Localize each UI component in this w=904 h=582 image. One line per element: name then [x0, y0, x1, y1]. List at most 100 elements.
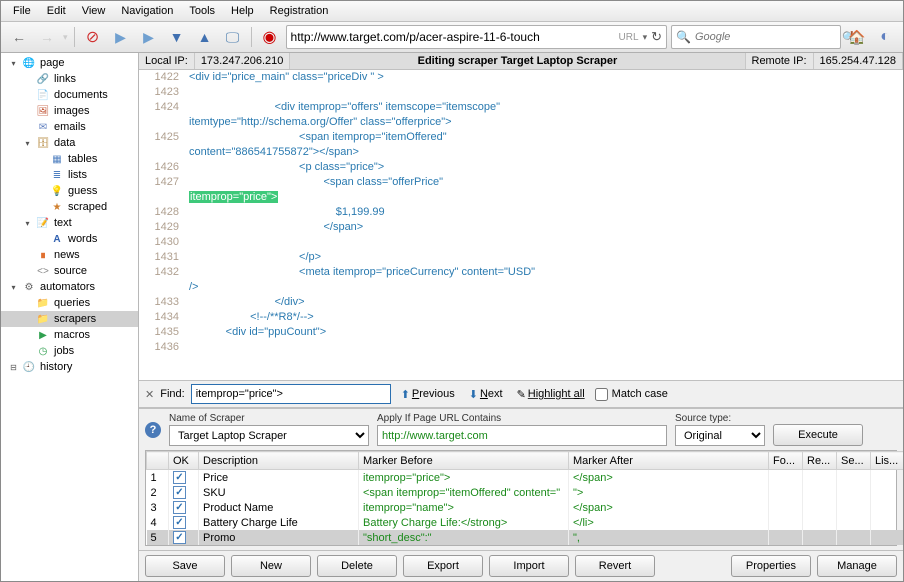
- reload-icon[interactable]: ↻: [651, 29, 662, 45]
- table-row[interactable]: 3✓Product Nameitemprop="name"></span>: [147, 500, 904, 515]
- play-button[interactable]: ▶: [109, 25, 133, 49]
- tree-jobs[interactable]: ◷jobs: [1, 343, 138, 359]
- grid-header[interactable]: Se...: [837, 452, 871, 470]
- url-dropdown-icon[interactable]: ▾: [643, 32, 648, 43]
- grid-header[interactable]: Fo...: [769, 452, 803, 470]
- play2-button[interactable]: ▶: [137, 25, 161, 49]
- ok-checkbox[interactable]: ✓: [173, 516, 186, 529]
- grid-header[interactable]: Lis...: [871, 452, 904, 470]
- table-row[interactable]: 5✓Promo"short_desc":"",: [147, 530, 904, 545]
- stop-button[interactable]: ⊘: [81, 25, 105, 49]
- up-button[interactable]: ▲: [193, 25, 217, 49]
- tree-scrapers[interactable]: 📁scrapers: [1, 311, 138, 327]
- menu-registration[interactable]: Registration: [262, 3, 337, 19]
- help-icon[interactable]: ?: [145, 422, 161, 438]
- menu-navigation[interactable]: Navigation: [113, 3, 181, 19]
- execute-button[interactable]: Execute: [773, 424, 863, 446]
- tree-toggle-icon[interactable]: ▾: [23, 219, 32, 228]
- code-line[interactable]: <div id="ppuCount">: [189, 325, 326, 340]
- tree-scraped[interactable]: ★scraped: [1, 199, 138, 215]
- url-box[interactable]: URL ▾ ↻: [286, 25, 667, 49]
- tree-automators[interactable]: ▾⚙automators: [1, 279, 138, 295]
- ok-checkbox[interactable]: ✓: [173, 531, 186, 544]
- code-line[interactable]: </p>: [189, 250, 321, 265]
- url-contains-input[interactable]: [377, 425, 667, 446]
- tree-lists[interactable]: ≣lists: [1, 167, 138, 183]
- tree-emails[interactable]: ✉emails: [1, 119, 138, 135]
- tree-images[interactable]: 🖼images: [1, 103, 138, 119]
- properties-button[interactable]: Properties: [731, 555, 811, 577]
- tree-tables[interactable]: ▦tables: [1, 151, 138, 167]
- revert-button[interactable]: Revert: [575, 555, 655, 577]
- down-button[interactable]: ▼: [165, 25, 189, 49]
- home-button[interactable]: 🏠: [845, 25, 869, 49]
- code-line[interactable]: <div itemprop="offers" itemscope="itemsc…: [189, 100, 500, 115]
- table-row[interactable]: 2✓SKU<span itemprop="itemOffered" conten…: [147, 485, 904, 500]
- find-next-button[interactable]: ⬇Next: [465, 387, 507, 402]
- app-button[interactable]: ◐: [873, 25, 897, 49]
- grid-header[interactable]: Marker Before: [359, 452, 569, 470]
- ok-checkbox[interactable]: ✓: [173, 486, 186, 499]
- find-prev-button[interactable]: ⬆Previous: [397, 387, 459, 402]
- menu-help[interactable]: Help: [223, 3, 262, 19]
- tree-links[interactable]: 🔗links: [1, 71, 138, 87]
- tree-macros[interactable]: ▶macros: [1, 327, 138, 343]
- new-button[interactable]: New: [231, 555, 311, 577]
- tree-data[interactable]: ▾🗄data: [1, 135, 138, 151]
- tree-page[interactable]: ▾🌐page: [1, 55, 138, 71]
- menu-view[interactable]: View: [74, 3, 114, 19]
- scraper-grid[interactable]: OKDescriptionMarker BeforeMarker AfterFo…: [145, 450, 897, 546]
- code-line[interactable]: itemprop="price">: [189, 190, 278, 205]
- ok-checkbox[interactable]: ✓: [173, 501, 186, 514]
- import-button[interactable]: Import: [489, 555, 569, 577]
- code-line[interactable]: </span>: [189, 220, 363, 235]
- source-type-select[interactable]: Original: [675, 425, 765, 446]
- tree-toggle-icon[interactable]: ▾: [23, 139, 32, 148]
- scraper-name-select[interactable]: Target Laptop Scraper: [169, 425, 369, 446]
- menu-file[interactable]: File: [5, 3, 39, 19]
- menu-tools[interactable]: Tools: [181, 3, 223, 19]
- tree-history[interactable]: ⊟🕘history: [1, 359, 138, 375]
- grid-header[interactable]: Re...: [803, 452, 837, 470]
- export-button[interactable]: Export: [403, 555, 483, 577]
- search-box[interactable]: 🔍 🔍: [671, 25, 841, 49]
- grid-header[interactable]: Description: [199, 452, 359, 470]
- target-button[interactable]: ◉: [258, 25, 282, 49]
- code-line[interactable]: content="886541755872"></span>: [189, 145, 359, 160]
- grid-header[interactable]: OK: [169, 452, 199, 470]
- code-line[interactable]: <div id="price_main" class="priceDiv " >: [189, 70, 384, 85]
- save-button[interactable]: Save: [145, 555, 225, 577]
- tree-words[interactable]: Awords: [1, 231, 138, 247]
- code-line[interactable]: <span class="offerPrice": [189, 175, 443, 190]
- table-row[interactable]: 4✓Battery Charge LifeBattery Charge Life…: [147, 515, 904, 530]
- tree-text[interactable]: ▾📝text: [1, 215, 138, 231]
- search-input[interactable]: [695, 31, 838, 43]
- menu-edit[interactable]: Edit: [39, 3, 74, 19]
- tree-toggle-icon[interactable]: ⊟: [9, 363, 18, 372]
- browser-button[interactable]: 🖵: [221, 25, 245, 49]
- code-line[interactable]: <p class="price">: [189, 160, 384, 175]
- manage-button[interactable]: Manage: [817, 555, 897, 577]
- tree-source[interactable]: <>source: [1, 263, 138, 279]
- tree-toggle-icon[interactable]: ▾: [9, 59, 18, 68]
- grid-header[interactable]: Marker After: [569, 452, 769, 470]
- forward-button[interactable]: →: [35, 25, 59, 49]
- highlight-all-button[interactable]: ✎Highlight all: [513, 387, 589, 402]
- find-input[interactable]: [191, 384, 391, 404]
- table-row[interactable]: 1✓Priceitemprop="price"></span>: [147, 470, 904, 486]
- code-line[interactable]: $1,199.99: [189, 205, 385, 220]
- ok-checkbox[interactable]: ✓: [173, 471, 186, 484]
- tree-guess[interactable]: 💡guess: [1, 183, 138, 199]
- back-button[interactable]: ←: [7, 25, 31, 49]
- grid-header[interactable]: [147, 452, 169, 470]
- find-close-icon[interactable]: ✕: [145, 388, 154, 401]
- delete-button[interactable]: Delete: [317, 555, 397, 577]
- tree-toggle-icon[interactable]: ▾: [9, 283, 18, 292]
- code-line[interactable]: <meta itemprop="priceCurrency" content="…: [189, 265, 535, 280]
- code-line[interactable]: </div>: [189, 295, 305, 310]
- url-input[interactable]: [291, 30, 615, 44]
- code-line[interactable]: <!--/**R8*/-->: [189, 310, 314, 325]
- code-line[interactable]: <span itemprop="itemOffered": [189, 130, 447, 145]
- code-line[interactable]: itemtype="http://schema.org/Offer" class…: [189, 115, 452, 130]
- tree-news[interactable]: ∎news: [1, 247, 138, 263]
